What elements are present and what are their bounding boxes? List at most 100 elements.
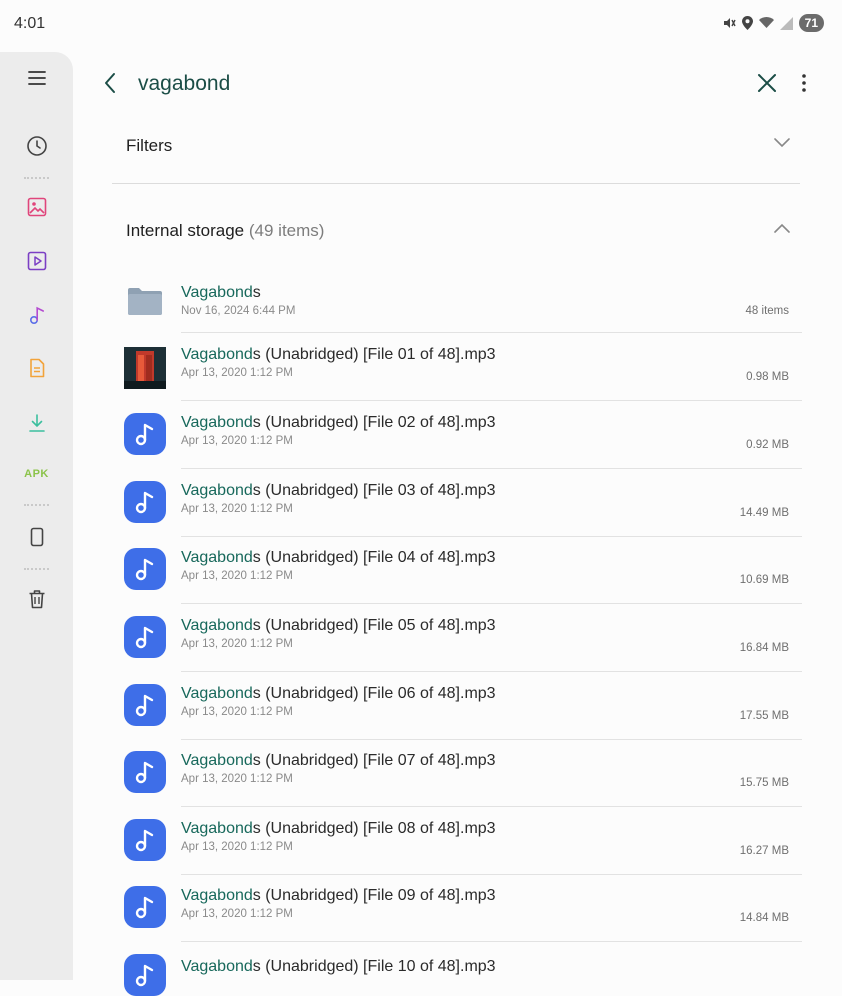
name-match: Vagabond [181,617,253,634]
file-name: Vagabonds (Unabridged) [File 04 of 48].m… [181,549,496,567]
file-name: Vagabonds [181,284,261,302]
signal-icon [779,16,793,30]
location-icon [741,16,753,30]
more-options-button[interactable] [799,72,809,99]
name-rest: s (Unabridged) [File 01 of 48].mp3 [252,346,496,363]
rail-item-apk[interactable]: APK [0,468,73,480]
music-note-icon [135,491,154,514]
name-rest: s [252,284,261,301]
hamburger-menu-icon [27,71,46,85]
music-note-icon [135,829,154,852]
filters-header[interactable]: Filters [126,132,802,162]
rail-item-documents[interactable] [0,358,73,378]
rail-item-downloads[interactable] [0,413,73,433]
audio-file-tile [124,819,166,861]
mute-icon [723,18,736,28]
rail-item-internal-storage[interactable] [0,527,73,547]
file-date: Apr 13, 2020 1:12 PM [181,367,293,379]
file-size: 16.84 MB [739,642,789,654]
search-input[interactable]: vagabond [138,72,230,96]
list-item[interactable]: Vagabonds (Unabridged) [File 10 of 48].m… [112,942,802,996]
navigation-rail: APK [0,52,73,980]
rail-item-videos[interactable] [0,251,73,271]
status-bar: 4:01 71 [0,0,842,50]
rail-item-trash[interactable] [0,589,73,609]
file-size: 48 items [745,305,789,317]
name-match: Vagabond [181,685,253,702]
name-rest: s (Unabridged) [File 03 of 48].mp3 [252,482,496,499]
list-item[interactable]: Vagabonds (Unabridged) [File 05 of 48].m… [112,604,802,672]
file-size: 17.55 MB [739,710,789,722]
audio-file-tile [124,954,166,996]
file-date: Apr 13, 2020 1:12 PM [181,706,293,718]
music-note-icon [135,964,154,987]
name-match: Vagabond [181,887,253,904]
audio-file-tile [124,548,166,590]
name-match: Vagabond [181,482,253,499]
battery-indicator: 71 [798,14,824,32]
name-match: Vagabond [181,284,253,301]
menu-button[interactable] [0,70,73,86]
list-item[interactable]: Vagabonds Nov 16, 2024 6:44 PM 48 items [112,275,802,333]
chevron-up-icon [774,223,790,233]
file-date: Apr 13, 2020 1:12 PM [181,773,293,785]
file-name: Vagabonds (Unabridged) [File 01 of 48].m… [181,346,496,364]
name-rest: s (Unabridged) [File 07 of 48].mp3 [252,752,496,769]
name-match: Vagabond [181,414,253,431]
internal-storage-header[interactable]: Internal storage (49 items) [126,217,802,247]
file-date: Apr 13, 2020 1:12 PM [181,503,293,515]
name-rest: s (Unabridged) [File 09 of 48].mp3 [252,887,496,904]
list-item[interactable]: Vagabonds (Unabridged) [File 01 of 48].m… [112,333,802,401]
apk-label: APK [24,468,49,480]
file-size: 0.92 MB [746,439,789,451]
rail-separator [24,504,49,506]
document-icon [29,358,44,378]
file-name: Vagabonds (Unabridged) [File 06 of 48].m… [181,685,496,703]
storage-item-count: (49 items) [248,221,325,240]
clear-search-button[interactable] [756,72,778,99]
audio-file-tile [124,481,166,523]
audio-file-tile [124,684,166,726]
list-item[interactable]: Vagabonds (Unabridged) [File 03 of 48].m… [112,469,802,537]
back-button[interactable] [98,70,124,101]
rail-item-images[interactable] [0,197,73,217]
status-time: 4:01 [14,15,46,32]
music-note-icon [135,626,154,649]
rail-item-audio[interactable] [0,305,73,325]
rail-separator [24,568,49,570]
list-item[interactable]: Vagabonds (Unabridged) [File 08 of 48].m… [112,807,802,875]
chevron-down-icon [774,138,790,148]
list-item[interactable]: Vagabonds (Unabridged) [File 09 of 48].m… [112,874,802,942]
name-rest: s (Unabridged) [File 08 of 48].mp3 [252,820,496,837]
music-note-icon [29,306,44,325]
file-size: 10.69 MB [739,574,789,586]
storage-title: Internal storage [126,221,245,240]
file-name: Vagabonds (Unabridged) [File 02 of 48].m… [181,414,496,432]
list-item[interactable]: Vagabonds (Unabridged) [File 04 of 48].m… [112,536,802,604]
name-rest: s (Unabridged) [File 06 of 48].mp3 [252,685,496,702]
music-note-icon [135,423,154,446]
file-name: Vagabonds (Unabridged) [File 07 of 48].m… [181,752,496,770]
trash-icon [29,590,44,609]
list-item[interactable]: Vagabonds (Unabridged) [File 06 of 48].m… [112,672,802,740]
file-size: 16.27 MB [739,845,789,857]
phone-icon [30,527,43,547]
list-item[interactable]: Vagabonds (Unabridged) [File 02 of 48].m… [112,401,802,469]
music-note-icon [135,761,154,784]
clock-icon [26,136,47,156]
storage-label: Internal storage (49 items) [126,221,324,241]
album-art-image [124,347,166,389]
audio-file-tile [124,413,166,455]
name-match: Vagabond [181,549,253,566]
name-rest: s (Unabridged) [File 02 of 48].mp3 [252,414,496,431]
list-item[interactable]: Vagabonds (Unabridged) [File 07 of 48].m… [112,739,802,807]
filters-divider [112,183,800,184]
video-icon [27,251,46,271]
rail-item-recent[interactable] [0,135,73,157]
audio-file-tile [124,616,166,658]
download-icon [28,414,45,432]
folder-icon [128,288,162,315]
file-date: Apr 13, 2020 1:12 PM [181,638,293,650]
file-name: Vagabonds (Unabridged) [File 05 of 48].m… [181,617,496,635]
name-rest: s (Unabridged) [File 10 of 48].mp3 [252,958,496,975]
